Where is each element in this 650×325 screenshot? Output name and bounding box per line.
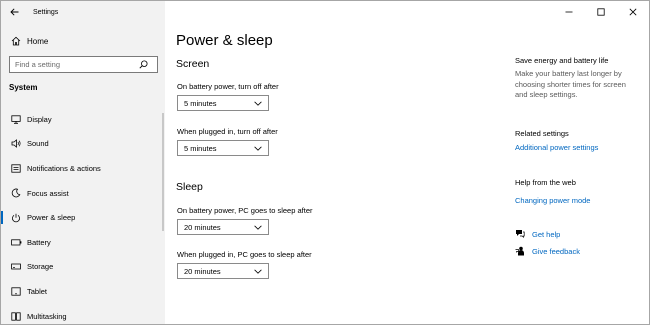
sidebar-item-notifications[interactable]: Notifications & actions xyxy=(1,156,165,181)
chevron-down-icon xyxy=(254,269,262,274)
sidebar-nav: Display Sound Notifications & actions Fo… xyxy=(1,107,165,324)
chevron-down-icon xyxy=(254,101,262,106)
save-energy-heading: Save energy and battery life xyxy=(515,56,609,65)
dropdown-value: 20 minutes xyxy=(184,266,221,276)
focus-assist-icon xyxy=(9,188,23,198)
screen-heading: Screen xyxy=(176,58,210,70)
sidebar-item-label: Power & sleep xyxy=(27,213,76,223)
notifications-icon xyxy=(9,164,23,173)
main-content: Power & sleep Screen On battery power, t… xyxy=(165,1,649,324)
dropdown-value: 5 minutes xyxy=(184,98,217,108)
close-button[interactable] xyxy=(617,1,649,23)
multitasking-icon xyxy=(9,311,23,321)
minimize-button[interactable] xyxy=(553,1,585,23)
battery-icon xyxy=(9,239,23,246)
sidebar-scrollbar[interactable] xyxy=(162,113,164,231)
feedback-icon xyxy=(515,246,525,256)
screen-plugged-dropdown[interactable]: 5 minutes xyxy=(177,140,269,156)
back-button[interactable] xyxy=(3,1,25,23)
sidebar-item-focus-assist[interactable]: Focus assist xyxy=(1,181,165,206)
changing-power-mode-link[interactable]: Changing power mode xyxy=(515,196,590,205)
storage-icon xyxy=(9,263,23,270)
dropdown-value: 20 minutes xyxy=(184,222,221,232)
get-help-icon xyxy=(515,229,525,238)
home-icon xyxy=(9,36,23,46)
sidebar-item-tablet[interactable]: Tablet xyxy=(1,279,165,304)
sidebar-item-label: Notifications & actions xyxy=(27,163,101,173)
chevron-down-icon xyxy=(254,225,262,230)
screen-battery-dropdown[interactable]: 5 minutes xyxy=(177,95,269,111)
window-title: Settings xyxy=(33,8,59,16)
sidebar-item-label: Display xyxy=(27,114,52,124)
window-controls xyxy=(553,1,649,23)
chevron-down-icon xyxy=(254,146,262,151)
close-icon xyxy=(629,8,637,16)
search-icon[interactable] xyxy=(135,60,151,69)
help-heading: Help from the web xyxy=(515,178,576,187)
sidebar-item-multitasking[interactable]: Multitasking xyxy=(1,304,165,324)
display-icon xyxy=(9,115,23,124)
sidebar-item-label: Tablet xyxy=(27,286,48,296)
maximize-button[interactable] xyxy=(585,1,617,23)
back-arrow-icon xyxy=(9,8,18,16)
tablet-icon xyxy=(9,287,23,296)
sidebar-item-label: Storage xyxy=(27,262,54,272)
sidebar-item-label: Focus assist xyxy=(27,188,69,198)
additional-power-settings-link[interactable]: Additional power settings xyxy=(515,143,598,152)
sleep-battery-dropdown[interactable]: 20 minutes xyxy=(177,219,269,235)
dropdown-value: 5 minutes xyxy=(184,143,217,153)
sidebar-item-sound[interactable]: Sound xyxy=(1,132,165,157)
home-label: Home xyxy=(27,36,49,46)
sidebar-item-label: Battery xyxy=(27,237,51,247)
save-energy-text: Make your battery last longer by choosin… xyxy=(515,69,626,99)
settings-window: Settings Home System Display xyxy=(0,0,650,325)
related-settings-heading: Related settings xyxy=(515,129,569,138)
sleep-battery-label: On battery power, PC goes to sleep after xyxy=(177,206,313,215)
minimize-icon xyxy=(565,11,573,13)
search-input[interactable] xyxy=(10,60,135,69)
section-header-system: System xyxy=(9,83,38,92)
sidebar-item-power-sleep[interactable]: Power & sleep xyxy=(1,205,165,230)
get-help-link[interactable]: Get help xyxy=(532,230,560,239)
sidebar-item-label: Multitasking xyxy=(27,311,67,321)
screen-battery-label: On battery power, turn off after xyxy=(177,82,279,91)
give-feedback-link[interactable]: Give feedback xyxy=(532,247,580,256)
sidebar-item-battery[interactable]: Battery xyxy=(1,230,165,255)
page-title: Power & sleep xyxy=(176,32,273,49)
sidebar-item-home[interactable]: Home xyxy=(1,32,165,50)
sidebar-item-display[interactable]: Display xyxy=(1,107,165,132)
title-bar: Settings xyxy=(1,1,165,23)
screen-plugged-label: When plugged in, turn off after xyxy=(177,127,278,136)
maximize-icon xyxy=(597,8,605,16)
sidebar: Settings Home System Display xyxy=(1,1,165,324)
sidebar-item-label: Sound xyxy=(27,139,49,149)
power-icon xyxy=(9,213,23,223)
search-box[interactable] xyxy=(9,56,158,73)
sleep-heading: Sleep xyxy=(176,181,203,193)
sound-icon xyxy=(9,139,23,149)
sleep-plugged-label: When plugged in, PC goes to sleep after xyxy=(177,250,312,259)
sidebar-item-storage[interactable]: Storage xyxy=(1,255,165,280)
sleep-plugged-dropdown[interactable]: 20 minutes xyxy=(177,263,269,279)
